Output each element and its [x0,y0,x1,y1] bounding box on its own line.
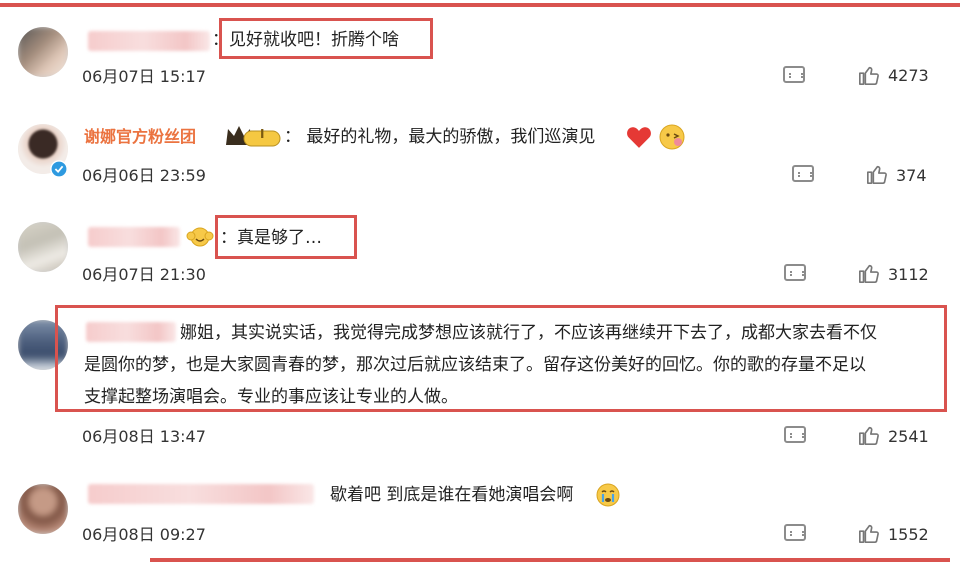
like-count: 1552 [888,525,929,544]
comment-text: ： 最好的礼物，最大的骄傲，我们巡演见 [284,127,596,147]
cheer-emoji [186,227,214,247]
comment-time: 06月08日 13:47 [82,427,206,446]
reply-icon[interactable] [783,66,805,83]
comment-time: 06月07日 15:17 [82,67,206,86]
cry-emoji [596,483,620,507]
smiley-emoji [659,124,685,150]
username-blurred[interactable] [88,227,180,247]
reply-icon[interactable] [792,165,814,182]
avatar[interactable] [18,484,68,534]
badge-level: I [260,127,265,141]
bottom-divider [150,558,950,562]
username-blurred[interactable] [86,322,176,342]
like-count: 2541 [888,427,929,446]
avatar[interactable] [18,27,68,77]
like-icon[interactable] [858,64,880,86]
like-icon[interactable] [866,163,888,185]
official-account-name[interactable]: 谢娜官方粉丝团 [84,124,196,150]
crown-badge [226,126,281,147]
like-icon[interactable] [858,262,880,284]
comment-text: ：见好就收吧！折腾个啥 [212,30,399,50]
top-divider [0,3,960,7]
comment-text: ：真是够了… [220,228,322,248]
reply-icon[interactable] [784,264,806,281]
reply-icon[interactable] [784,426,806,443]
comment-text: 歇着吧 到底是谁在看她演唱会啊 [330,485,574,505]
comment-text-line: 娜姐，其实说实话，我觉得完成梦想应该就行了，不应该再继续开下去了，成都大家去看不… [180,323,877,343]
avatar[interactable] [18,222,68,272]
comment-time: 06月08日 09:27 [82,525,206,544]
like-count: 4273 [888,66,929,85]
comment-time: 06月07日 21:30 [82,265,206,284]
comment-text-line: 支撑起整场演唱会。专业的事应该让专业的人做。 [84,387,458,407]
like-count: 3112 [888,265,929,284]
like-icon[interactable] [858,522,880,544]
comment-text-line: 是圆你的梦，也是大家圆青春的梦，那次过后就应该结束了。留存这份美好的回忆。你的歌… [84,355,866,375]
username-blurred[interactable] [88,484,314,504]
heart-emoji [627,127,651,148]
reply-icon[interactable] [784,524,806,541]
like-icon[interactable] [858,424,880,446]
like-count: 374 [896,166,927,185]
username-blurred[interactable] [88,31,210,51]
comment-time: 06月06日 23:59 [82,166,206,185]
verified-icon [50,160,68,178]
